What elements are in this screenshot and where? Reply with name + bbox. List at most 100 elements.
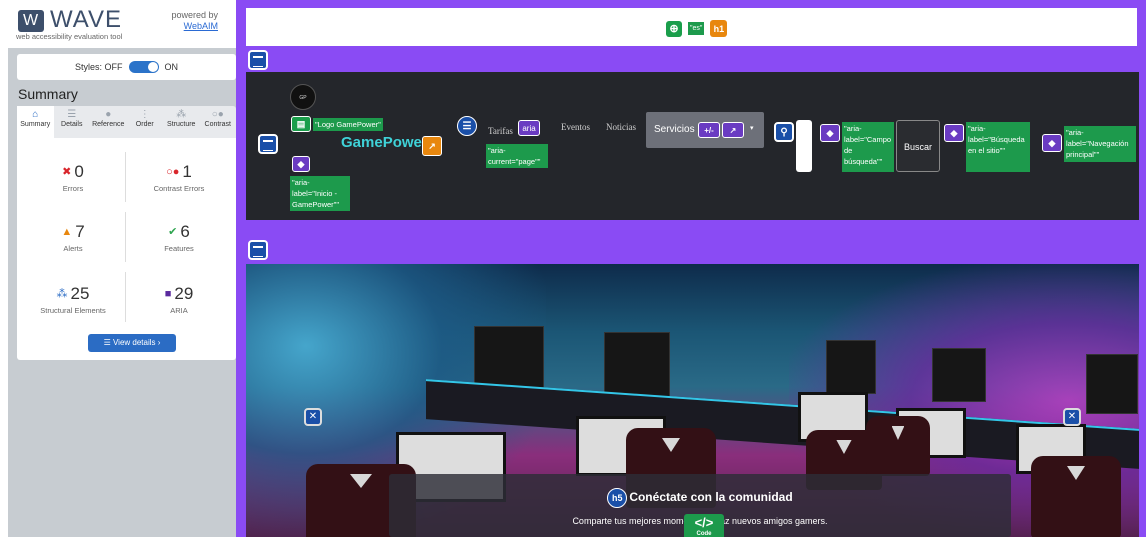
code-label: Code xyxy=(696,531,712,537)
aria-icon: ■ xyxy=(164,288,172,300)
wave-logo-text: WAVE xyxy=(50,6,123,33)
nav-link-tarifas[interactable]: Tarifas xyxy=(488,126,513,136)
h5-icon[interactable]: h5 xyxy=(607,488,628,508)
nav-aria-label[interactable]: "aria-label="Navegación principal"" xyxy=(1064,126,1136,162)
search-region-icon[interactable]: ⚲ xyxy=(774,122,794,142)
alerts-count: 7 xyxy=(75,222,85,241)
buscar-button[interactable]: Buscar xyxy=(896,120,940,172)
gaming-pc xyxy=(826,340,876,394)
servicios-label: Servicios xyxy=(654,124,695,135)
aria-label-icon[interactable]: ◆ xyxy=(292,156,310,172)
view-details-button[interactable]: ☰ View details › xyxy=(88,334,176,352)
wave-header: W WAVE web accessibility evaluation tool … xyxy=(8,0,236,48)
contrast-count: 1 xyxy=(182,162,192,181)
aria-expanded-icon[interactable]: +/- xyxy=(698,122,720,138)
top-icons: ⊕ "es" h1 xyxy=(666,20,728,37)
h1-icon[interactable]: h1 xyxy=(710,20,728,37)
tab-reference[interactable]: ● Reference xyxy=(90,106,127,138)
nav-region-icon[interactable] xyxy=(258,134,278,154)
brand-text[interactable]: GamePower xyxy=(341,134,428,151)
navbar: GP ▤ "Logo GamePower" ◆ "aria-label="Ini… xyxy=(246,72,1139,220)
stat-aria[interactable]: ■ 29 ARIA xyxy=(129,284,229,315)
features-count: 6 xyxy=(180,222,190,241)
tab-label: Contrast xyxy=(204,121,231,128)
styles-off-label: Styles: OFF xyxy=(74,62,123,72)
structure-icon: ⁂ xyxy=(56,288,68,300)
error-icon: ✖ xyxy=(62,166,72,178)
gaming-pc xyxy=(932,348,986,402)
wave-w-icon: W xyxy=(18,10,44,32)
caret-down-icon: ▾ xyxy=(750,125,754,132)
features-label: Features xyxy=(164,244,194,253)
main-region-icon[interactable] xyxy=(248,240,268,260)
nav-link-noticias[interactable]: Noticias xyxy=(606,122,636,132)
aria-badge[interactable]: aria xyxy=(518,120,540,136)
powered-by: powered by WebAIM xyxy=(171,10,218,32)
aria-popup-icon[interactable]: ↗ xyxy=(722,122,744,138)
tab-label: Summary xyxy=(20,121,51,128)
summary-title: Summary xyxy=(18,86,78,102)
tab-contrast[interactable]: ○● Contrast xyxy=(200,106,237,138)
summary-panel: ✖ 0 Errors ○● 1 Contrast Errors ▲ 7 Alerts … xyxy=(17,138,236,360)
info-icon: ● xyxy=(105,109,112,120)
logo-aria-label[interactable]: "aria-label="Inicio - GamePower"" xyxy=(290,176,350,211)
tab-details[interactable]: ☰ Details xyxy=(54,106,91,138)
divider xyxy=(125,152,126,202)
tab-structure[interactable]: ⁂ Structure xyxy=(163,106,200,138)
styles-toggle[interactable] xyxy=(128,61,159,73)
alert-icon: ▲ xyxy=(61,226,73,238)
divider xyxy=(125,212,126,262)
search-input[interactable] xyxy=(796,120,812,172)
search-field-aria-label[interactable]: "aria-label="Campo de búsqueda"" xyxy=(842,122,894,172)
code-toggle-button[interactable]: </> Code xyxy=(684,514,724,537)
stat-structural[interactable]: ⁂ 25 Structural Elements xyxy=(23,284,123,315)
aria-label-icon[interactable]: ◆ xyxy=(1042,134,1062,152)
structural-count: 25 xyxy=(70,284,90,303)
close-icon[interactable]: ✕ xyxy=(1063,408,1081,426)
wave-tagline: web accessibility evaluation tool xyxy=(16,32,123,41)
stat-contrast[interactable]: ○● 1 Contrast Errors xyxy=(129,162,229,193)
tab-label: Reference xyxy=(92,121,125,128)
errors-label: Errors xyxy=(62,184,84,193)
search-site-aria-label[interactable]: "aria-label="Búsqueda en el sitio"" xyxy=(966,122,1030,172)
gamepower-logo[interactable]: GP xyxy=(290,84,316,110)
wave-tabs: ⌂ Summary ☰ Details ● Reference ⋮ Order ⁂ Str… xyxy=(17,106,236,138)
lang-label[interactable]: "es" xyxy=(688,22,705,35)
nav-link-eventos[interactable]: Eventos xyxy=(561,122,590,132)
order-icon: ⋮ xyxy=(139,109,150,120)
alerts-label: Alerts xyxy=(63,244,83,253)
list-icon: ☰ xyxy=(103,338,113,347)
aria-label-icon[interactable]: ◆ xyxy=(944,124,964,142)
home-icon: ⌂ xyxy=(32,109,39,120)
hero-image: ✕ ✕ h5 Conéctate con la comunidad Compart… xyxy=(246,264,1139,537)
aria-count: 29 xyxy=(174,284,194,303)
wave-logo[interactable]: W WAVE xyxy=(18,6,122,34)
contrast-error-icon: ○● xyxy=(166,166,180,178)
redundant-link-icon[interactable]: ↗ xyxy=(422,136,442,156)
stat-alerts[interactable]: ▲ 7 Alerts xyxy=(23,222,123,253)
language-globe-icon[interactable]: ⊕ xyxy=(666,20,682,37)
tab-summary[interactable]: ⌂ Summary xyxy=(17,106,54,138)
code-icon: </> xyxy=(694,515,714,530)
stat-features[interactable]: ✔ 6 Features xyxy=(129,222,229,253)
evaluated-page: ⊕ "es" h1 GP ▤ "Logo GamePower" ◆ "aria-… xyxy=(236,0,1146,537)
powered-by-text: powered by xyxy=(171,10,218,20)
list-icon[interactable]: ☰ xyxy=(457,116,477,136)
styles-on-label: ON xyxy=(164,62,179,72)
stat-errors[interactable]: ✖ 0 Errors xyxy=(23,162,123,193)
structural-label: Structural Elements xyxy=(40,306,106,315)
aria-current-label[interactable]: "aria-current="page"" xyxy=(486,144,548,168)
servicios-dropdown[interactable]: Servicios +/- ↗ ▾ xyxy=(646,112,764,148)
close-icon[interactable]: ✕ xyxy=(304,408,322,426)
webaim-link[interactable]: WebAIM xyxy=(184,21,218,31)
gaming-chair xyxy=(866,416,930,476)
aria-label-icon[interactable]: ◆ xyxy=(820,124,840,142)
header-region-icon[interactable] xyxy=(248,50,268,70)
gaming-chair xyxy=(1031,456,1121,537)
logo-alt-label[interactable]: "Logo GamePower" xyxy=(313,118,383,131)
gaming-pc xyxy=(1086,354,1138,414)
alt-text-icon[interactable]: ▤ xyxy=(291,116,311,132)
tab-order[interactable]: ⋮ Order xyxy=(127,106,164,138)
tab-label: Structure xyxy=(167,121,196,128)
feature-icon: ✔ xyxy=(168,226,178,238)
